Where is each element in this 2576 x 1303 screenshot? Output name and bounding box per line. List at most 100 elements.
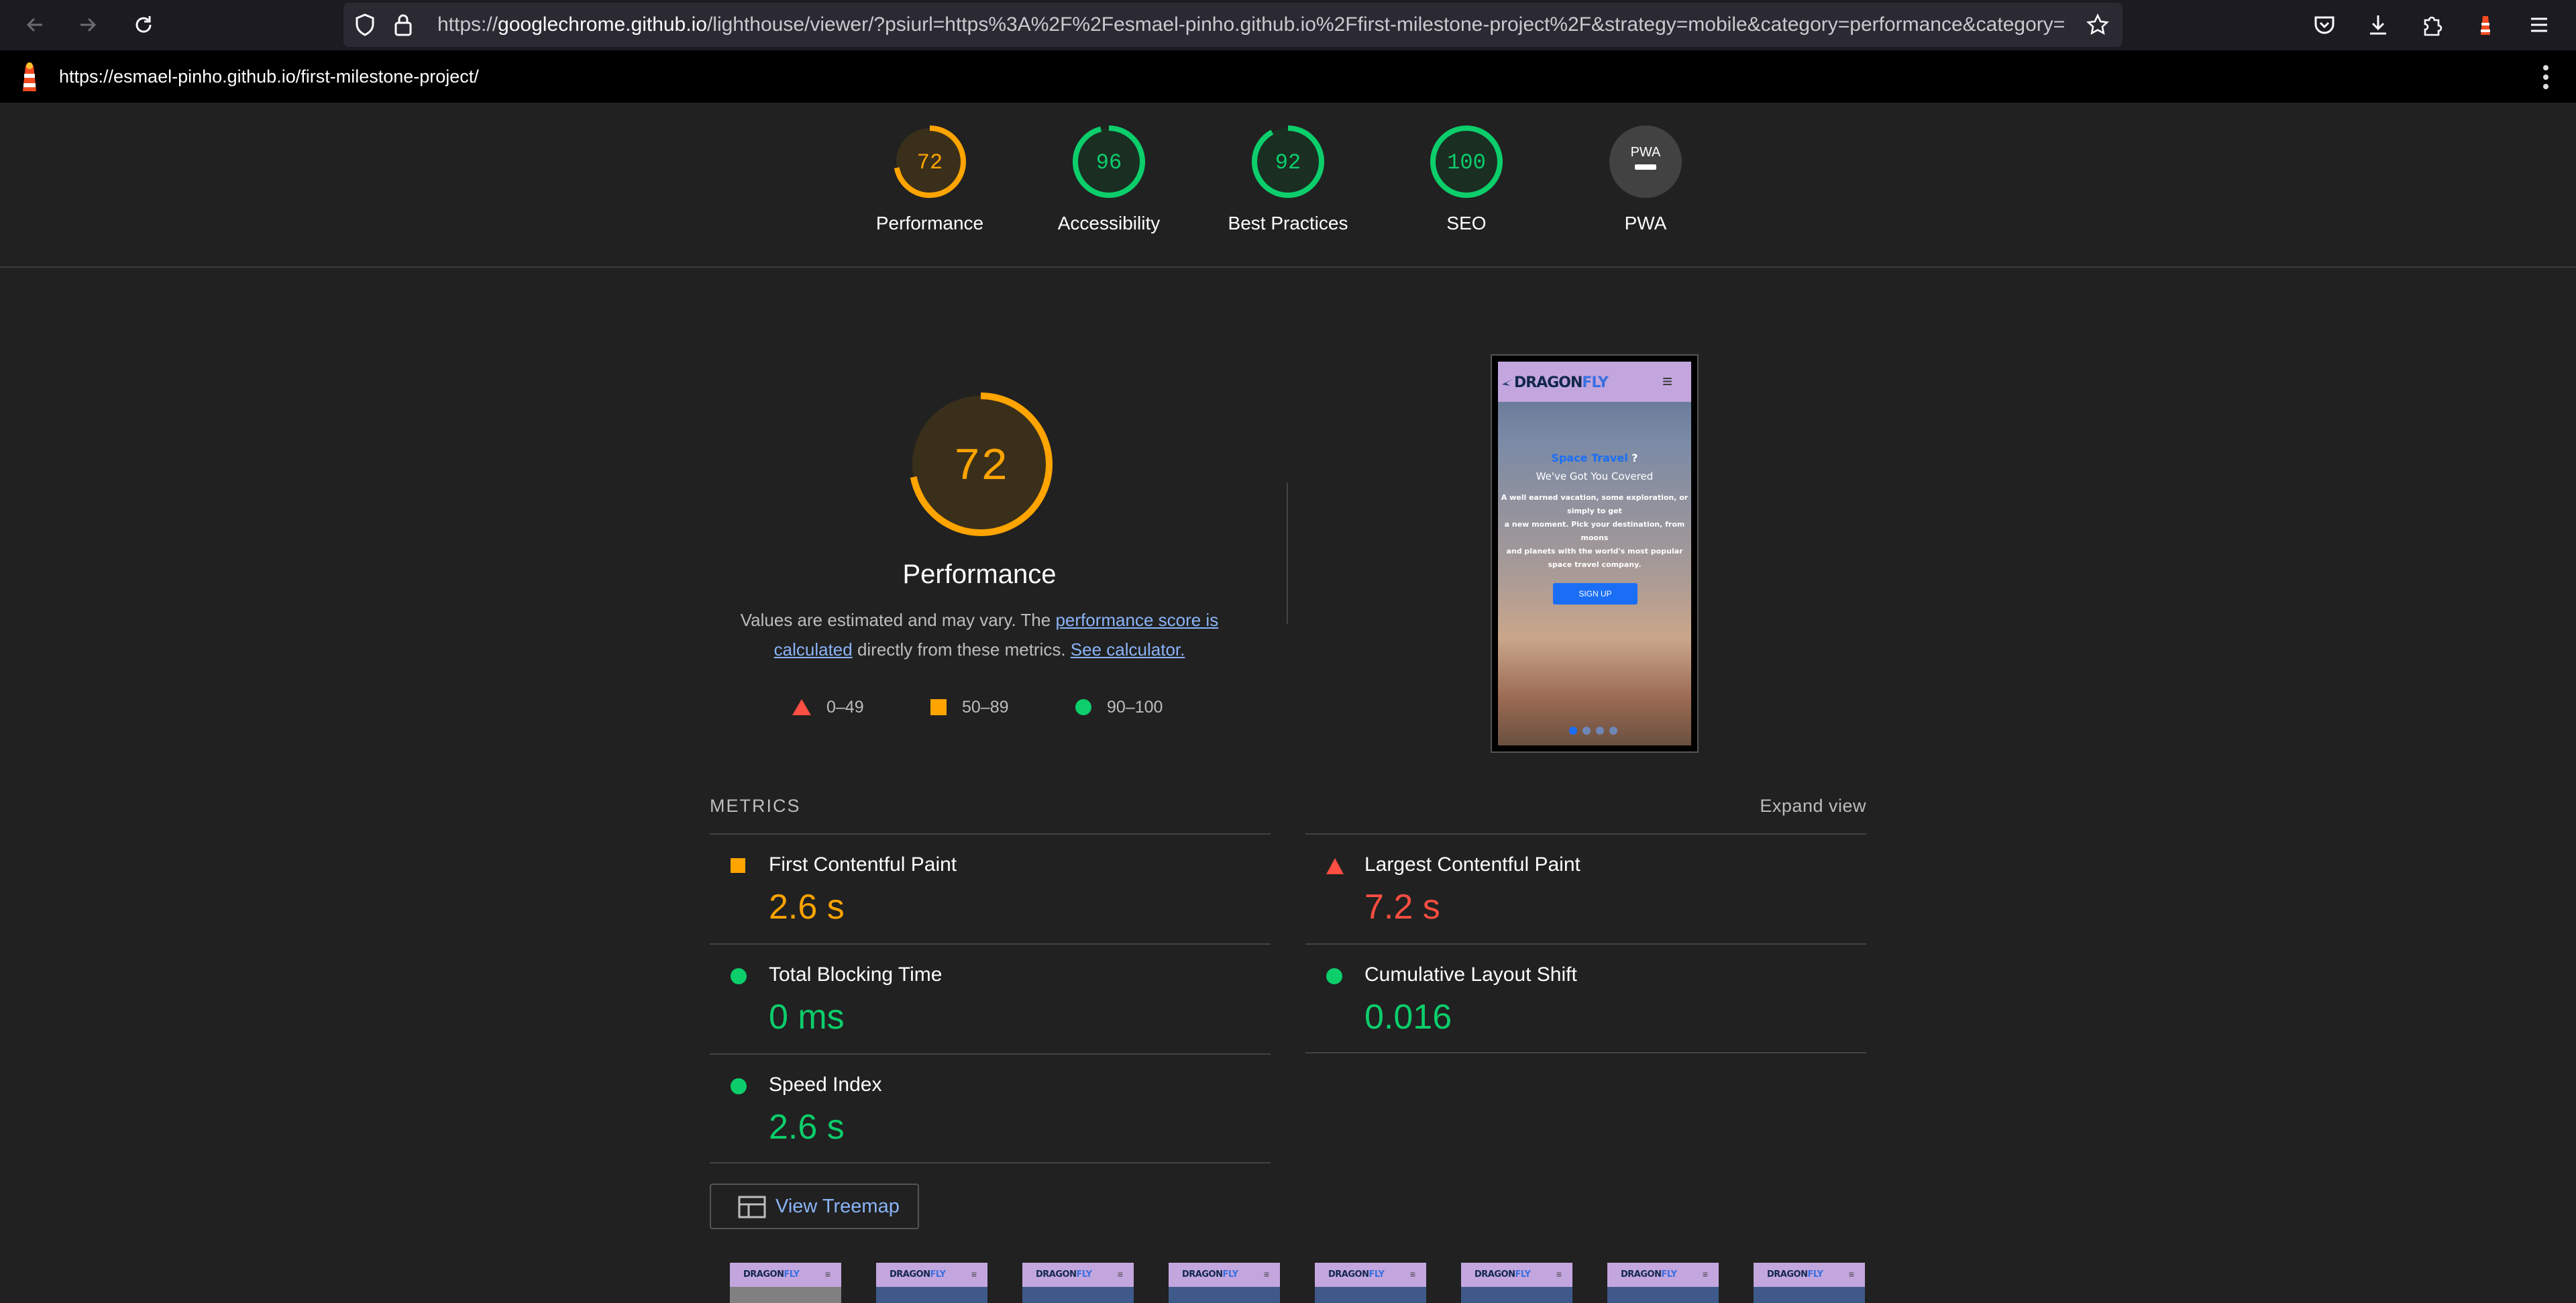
screenshot-text-line: A well earned vacation, some exploration… (1501, 493, 1688, 502)
lighthouse-extension-icon[interactable] (2467, 7, 2504, 43)
performance-score-gauge: 72 (909, 393, 1053, 536)
star-icon[interactable] (2086, 13, 2109, 40)
metric-name: First Contentful Paint (769, 853, 957, 876)
reload-icon[interactable] (125, 7, 162, 43)
filmstrip-frame: DRAGONFLY ≡ (876, 1263, 987, 1303)
screenshot-logo: DRAGONFLY (1514, 374, 1609, 391)
metric-name: Speed Index (769, 1074, 882, 1096)
metric-total-blocking-time: Total Blocking Time 0 ms (710, 943, 1271, 1053)
metric-name: Cumulative Layout Shift (1364, 963, 1577, 986)
filmstrip-frame: DRAGONFLY ≡ (1022, 1263, 1134, 1303)
metrics-title: METRICS (710, 796, 801, 816)
screenshot-navbar: DRAGONFLY ≡ (1498, 362, 1691, 402)
view-treemap-button[interactable]: View Treemap (710, 1184, 919, 1229)
metric-first-contentful-paint: First Contentful Paint 2.6 s (710, 833, 1271, 943)
filmstrip-frame: DRAGONFLY ≡ (1461, 1263, 1572, 1303)
metrics-header: METRICS Expand view (710, 796, 1866, 819)
performance-gauge-ring: 72 (894, 125, 966, 198)
more-options-icon[interactable] (2542, 64, 2549, 94)
screenshot-subheading: We've Got You Covered (1536, 470, 1654, 482)
metric-name: Largest Contentful Paint (1364, 853, 1580, 876)
back-arrow-icon[interactable] (17, 7, 53, 43)
legend-range: 50–89 (962, 697, 1009, 717)
filmstrip-frame: DRAGONFLY ≡ (1169, 1263, 1280, 1303)
metric-speed-index: Speed Index 2.6 s (710, 1053, 1271, 1163)
performance-description: Values are estimated and may vary. The p… (724, 605, 1234, 664)
screenshot-text-line: moons (1580, 533, 1609, 542)
forward-arrow-icon[interactable] (70, 7, 106, 43)
gauge-best-practices[interactable]: 92 Best Practices (1208, 124, 1368, 234)
gauge-pwa[interactable]: PWA PWA (1565, 124, 1726, 234)
vertical-divider (1287, 483, 1288, 624)
legend-fail: 0–49 (792, 695, 864, 719)
metric-divider (710, 1162, 1271, 1163)
treemap-icon (738, 1196, 766, 1218)
report-url: https://esmael-pinho.github.io/first-mil… (59, 66, 479, 87)
carousel-dot (1609, 727, 1617, 735)
hamburger-icon: ≡ (1662, 371, 1672, 391)
final-screenshot[interactable]: DRAGONFLY ≡ Space Travel ? We've Got You… (1491, 354, 1699, 753)
filmstrip-frame: DRAGONFLY ≡ (730, 1263, 841, 1303)
url-text[interactable]: https://googlechrome.github.io/lighthous… (437, 3, 2074, 47)
metric-cumulative-layout-shift: Cumulative Layout Shift 0.016 (1305, 943, 1866, 1053)
metric-divider (1305, 1052, 1866, 1053)
circle-icon (1326, 968, 1342, 984)
screenshot-text-line: and planets with the world's most popula… (1506, 547, 1683, 556)
circle-icon (1075, 699, 1091, 715)
download-icon[interactable] (2360, 7, 2396, 43)
gauge-label: Best Practices (1228, 213, 1348, 233)
performance-title: Performance (902, 560, 1057, 589)
lighthouse-logo-icon (16, 62, 43, 96)
gauge-seo[interactable]: 100 SEO (1386, 124, 1547, 234)
metric-name: Total Blocking Time (769, 963, 943, 986)
square-icon (731, 858, 745, 873)
legend-pass: 90–100 (1075, 695, 1163, 719)
lock-icon[interactable] (393, 13, 413, 40)
screenshot-signup-button: SIGN UP (1553, 583, 1638, 605)
menu-icon[interactable] (2521, 7, 2557, 43)
filmstrip-frame: DRAGONFLY ≡ (1607, 1263, 1719, 1303)
gauge-accessibility[interactable]: 96 Accessibility (1028, 124, 1189, 234)
seo-gauge-ring: 100 (1430, 125, 1503, 198)
lighthouse-topbar: https://esmael-pinho.github.io/first-mil… (0, 50, 2576, 103)
circle-icon (731, 968, 747, 984)
shield-icon[interactable] (354, 13, 376, 40)
pwa-badge-icon: PWA (1609, 125, 1682, 198)
carousel-dot (1582, 727, 1591, 735)
metric-value: 0.016 (1364, 998, 1452, 1037)
expand-view-toggle[interactable]: Expand view (1760, 796, 1866, 817)
triangle-icon (1326, 858, 1344, 874)
filmstrip-frame: DRAGONFLY ≡ (1315, 1263, 1426, 1303)
score-gauge-strip: 72 Performance 96 Accessibility 92 Best … (0, 103, 2576, 268)
gauge-label: SEO (1446, 213, 1487, 233)
legend-range: 90–100 (1107, 697, 1163, 717)
dragonfly-logo-icon (1501, 375, 1514, 392)
legend-average: 50–89 (930, 695, 1009, 719)
url-bar[interactable]: https://googlechrome.github.io/lighthous… (343, 3, 2123, 47)
metric-largest-contentful-paint: Largest Contentful Paint 7.2 s (1305, 833, 1866, 943)
browser-toolbar: https://googlechrome.github.io/lighthous… (0, 0, 2576, 50)
carousel-dot (1569, 727, 1577, 735)
desc-text: directly from these metrics. (852, 639, 1071, 660)
gauge-score: 92 (1275, 150, 1301, 175)
legend-range: 0–49 (826, 697, 864, 717)
pocket-icon[interactable] (2306, 7, 2343, 43)
metric-value: 2.6 s (769, 1108, 845, 1147)
filmstrip-frame: DRAGONFLY ≡ (1754, 1263, 1865, 1303)
square-icon (930, 699, 947, 715)
screenshot-text-line: a new moment. Pick your destination, fro… (1504, 520, 1685, 529)
screenshot-text-line: space travel company. (1548, 560, 1642, 569)
metric-value: 2.6 s (769, 888, 845, 927)
metric-value: 7.2 s (1364, 888, 1440, 927)
see-calculator-link[interactable]: See calculator. (1071, 639, 1185, 660)
screenshot-content: DRAGONFLY ≡ Space Travel ? We've Got You… (1498, 362, 1691, 745)
screenshot-heading: Space Travel ? (1551, 452, 1638, 464)
triangle-icon (792, 699, 811, 715)
gauge-label: Accessibility (1057, 213, 1161, 233)
extensions-icon[interactable] (2414, 7, 2450, 43)
gauge-label: PWA (1624, 213, 1667, 233)
gauge-performance[interactable]: 72 Performance (849, 124, 1010, 234)
view-treemap-label: View Treemap (775, 1196, 900, 1217)
desc-text: Values are estimated and may vary. The (740, 610, 1056, 630)
screenshot-text-line: simply to get (1567, 507, 1622, 515)
